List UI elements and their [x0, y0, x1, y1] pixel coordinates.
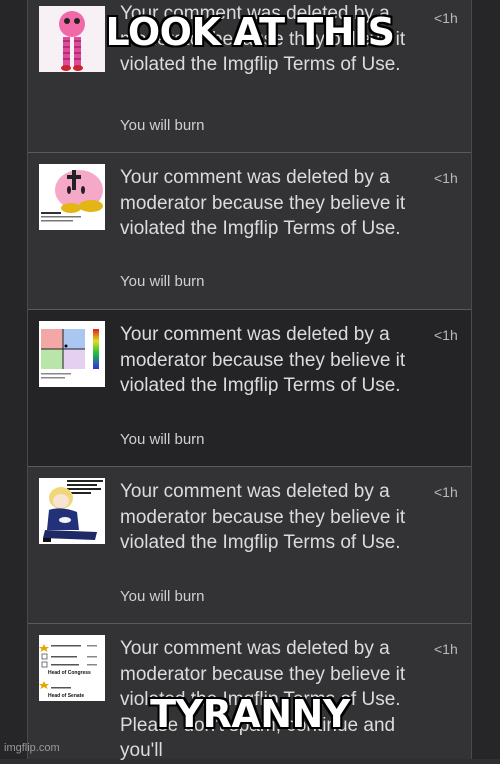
- notification-reason: You will burn: [120, 588, 205, 605]
- notification-message: Your comment was deleted by a moderator …: [120, 167, 406, 239]
- notification-time: <1h: [434, 327, 458, 343]
- left-margin: [0, 0, 27, 759]
- notification-item[interactable]: Your comment was deleted by a moderator …: [28, 153, 471, 310]
- notification-message: Your comment was deleted by a moderator …: [120, 481, 406, 553]
- notification-reason: You will burn: [120, 273, 205, 290]
- right-margin: [472, 0, 500, 759]
- notification-message: Your comment was deleted by a moderator …: [120, 324, 406, 396]
- notification-reason: You will burn: [120, 431, 205, 448]
- notification-time: <1h: [434, 170, 458, 186]
- notification-reason: You will burn: [120, 117, 205, 134]
- notification-item[interactable]: Your comment was deleted by a moderator …: [28, 310, 471, 467]
- notification-item[interactable]: Your comment was deleted by a moderator …: [28, 467, 471, 624]
- meme-top-caption: LOOK AT THIS: [105, 10, 395, 54]
- notification-time: <1h: [434, 484, 458, 500]
- notification-time: <1h: [434, 641, 458, 657]
- anime-girl-thumbnail: [39, 478, 105, 544]
- kirby-cross-thumbnail: [39, 164, 105, 230]
- imgflip-watermark: imgflip.com: [4, 742, 60, 754]
- political-compass-thumbnail: [39, 321, 105, 387]
- notification-list: Your comment was deleted by a moderator …: [27, 0, 472, 761]
- meme-bottom-caption: TYRANNY: [150, 692, 350, 736]
- ballot-label-congress: Head of Congress: [48, 670, 91, 676]
